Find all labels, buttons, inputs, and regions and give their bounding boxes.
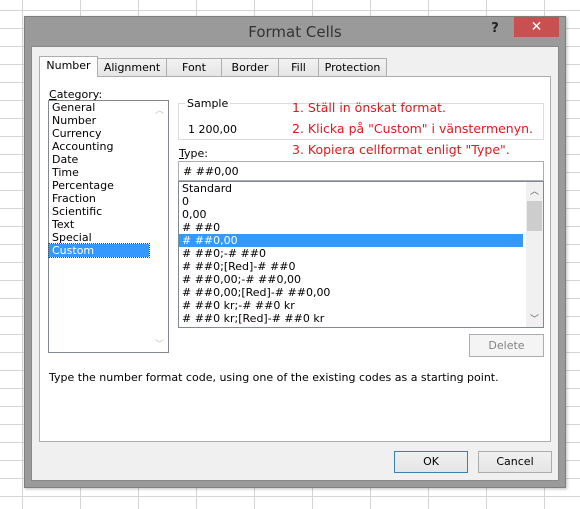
category-scrollbar[interactable]: ︿ ﹀ — [151, 101, 168, 352]
tab-alignment[interactable]: Alignment — [97, 58, 167, 76]
cancel-button[interactable]: Cancel — [478, 451, 552, 473]
ok-button[interactable]: OK — [394, 451, 468, 473]
category-item-general[interactable]: General — [49, 101, 149, 114]
tab-number[interactable]: Number — [39, 56, 98, 77]
dialog-client-area: Number Alignment Font Border Fill Protec… — [31, 46, 559, 481]
description-text: Type the number format code, using one o… — [49, 371, 499, 384]
category-item-date[interactable]: Date — [49, 153, 149, 166]
format-code-item[interactable]: # ##0;-# ##0 — [179, 247, 523, 260]
type-label-text: ype: — [184, 147, 208, 160]
scroll-down-icon[interactable]: ﹀ — [151, 337, 168, 350]
scroll-down-icon[interactable]: ﹀ — [526, 312, 543, 325]
type-label: Type: — [179, 147, 208, 160]
format-code-item[interactable]: # ##0,00 — [179, 234, 523, 247]
instruction-step-2: 2. Klicka på "Custom" i vänstermenyn. — [292, 121, 534, 136]
category-item-number[interactable]: Number — [49, 114, 149, 127]
annotation-instructions: 1. Ställ in önskat format. 2. Klicka på … — [292, 97, 533, 160]
help-button[interactable]: ? — [483, 19, 507, 39]
title-bar[interactable]: Format Cells ? ✕ — [25, 17, 565, 47]
category-item-scientific[interactable]: Scientific — [49, 205, 149, 218]
category-item-text[interactable]: Text — [49, 218, 149, 231]
tab-border[interactable]: Border — [221, 58, 279, 76]
type-input[interactable] — [178, 161, 544, 181]
number-tab-panel: Category: General Number Currency Accountin… — [39, 76, 551, 442]
format-code-item[interactable]: 0 — [179, 195, 523, 208]
format-code-item[interactable]: # ##0 kr;-# ##0 kr — [179, 299, 523, 312]
instruction-step-3: 3. Kopiera cellformat enligt "Type". — [292, 142, 510, 157]
format-code-item[interactable]: # ##0;[Red]-# ##0 — [179, 260, 523, 273]
category-item-time[interactable]: Time — [49, 166, 149, 179]
close-button[interactable]: ✕ — [514, 17, 559, 37]
tab-fill[interactable]: Fill — [278, 58, 319, 76]
format-code-list[interactable]: Standard 0 0,00 # ##0 # ##0,00 # ##0;-# ##0 # … — [178, 181, 544, 328]
sample-value: 1 200,00 — [188, 123, 237, 136]
format-code-item[interactable]: # ##0 kr;[Red]-# ##0 kr — [179, 312, 523, 325]
category-item-percentage[interactable]: Percentage — [49, 179, 149, 192]
tab-protection[interactable]: Protection — [318, 58, 387, 76]
format-code-item[interactable]: # ##0,00;-# ##0,00 — [179, 273, 523, 286]
instruction-step-1: 1. Ställ in önskat format. — [292, 100, 446, 115]
format-code-item[interactable]: # ##0,00;[Red]-# ##0,00 — [179, 286, 523, 299]
category-item-special[interactable]: Special — [49, 231, 149, 244]
format-list-scrollbar[interactable]: ︿ ﹀ — [526, 182, 543, 327]
format-code-items: Standard 0 0,00 # ##0 # ##0,00 # ##0;-# ##0 # … — [179, 182, 543, 325]
category-item-currency[interactable]: Currency — [49, 127, 149, 140]
scroll-up-icon[interactable]: ︿ — [151, 103, 168, 116]
format-code-item[interactable]: # ##0 — [179, 221, 523, 234]
close-icon: ✕ — [530, 19, 543, 35]
delete-button[interactable]: Delete — [469, 334, 544, 357]
category-item-accounting[interactable]: Accounting — [49, 140, 149, 153]
category-item-custom[interactable]: Custom — [48, 243, 150, 258]
help-icon: ? — [491, 21, 499, 36]
category-item-fraction[interactable]: Fraction — [49, 192, 149, 205]
category-list[interactable]: General Number Currency Accounting Date Time P… — [48, 100, 169, 353]
scrollbar-thumb[interactable] — [527, 201, 542, 231]
tab-font[interactable]: Font — [166, 58, 222, 76]
sample-label: Sample — [185, 97, 231, 110]
scroll-up-icon[interactable]: ︿ — [526, 184, 543, 197]
format-cells-dialog: Format Cells ? ✕ Number Alignment Font B… — [24, 16, 566, 488]
format-code-item[interactable]: 0,00 — [179, 208, 523, 221]
format-code-item[interactable]: Standard — [179, 182, 523, 195]
